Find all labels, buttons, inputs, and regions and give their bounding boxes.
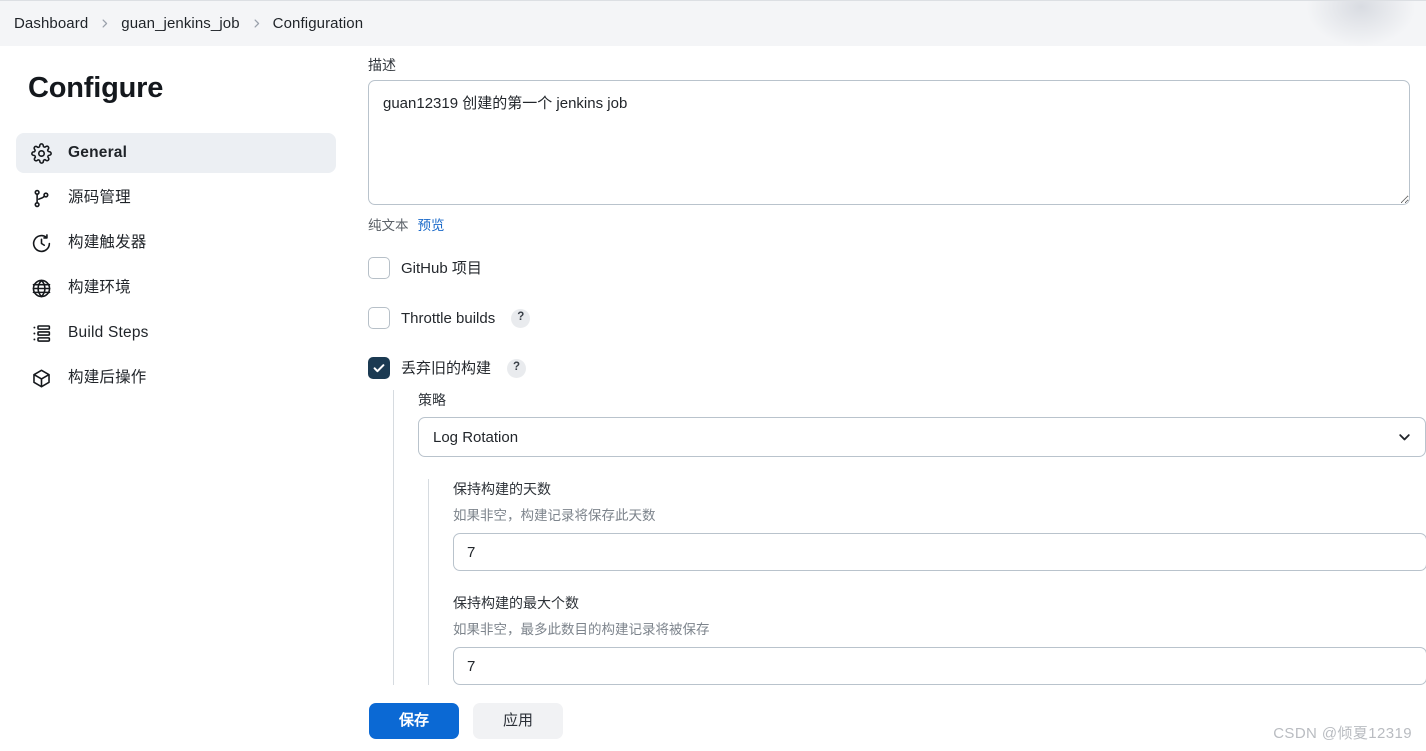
page-title: Configure xyxy=(28,72,164,104)
configure-sidebar: Configure General 源码管理 构建触发器 构建环境 Build … xyxy=(0,46,352,751)
sidebar-nav: General 源码管理 构建触发器 构建环境 Build Steps 构建后操… xyxy=(0,133,352,398)
days-to-keep-builds-field: 保持构建的天数 如果非空，构建记录将保存此天数 xyxy=(453,479,1426,572)
sidebar-item-label: General xyxy=(68,144,128,162)
throttle-builds-row: Throttle builds ? xyxy=(368,304,1410,332)
topbar-shadow xyxy=(1306,1,1416,46)
github-project-row: GitHub 项目 xyxy=(368,254,1410,282)
breadcrumb-item-dashboard[interactable]: Dashboard xyxy=(14,15,88,32)
days-to-keep-help: 如果非空，构建记录将保存此天数 xyxy=(453,508,656,524)
chevron-right-icon xyxy=(99,18,110,29)
discard-old-builds-checkbox[interactable] xyxy=(368,357,390,380)
preview-link[interactable]: 预览 xyxy=(418,214,445,234)
github-project-label: GitHub 项目 xyxy=(401,259,482,277)
description-field-group: 描述 纯文本 预览 xyxy=(352,46,1426,234)
sidebar-item-label: 源码管理 xyxy=(68,189,131,207)
sidebar-item-label: Build Steps xyxy=(68,324,149,342)
plain-text-label: 纯文本 xyxy=(368,218,409,234)
sidebar-item-label: 构建环境 xyxy=(68,279,131,297)
description-label: 描述 xyxy=(368,57,396,73)
sidebar-item-source-code-management[interactable]: 源码管理 xyxy=(16,178,336,218)
throttle-builds-label: Throttle builds xyxy=(401,309,496,327)
sidebar-item-build-triggers[interactable]: 构建触发器 xyxy=(16,223,336,263)
days-to-keep-title: 保持构建的天数 xyxy=(453,481,551,498)
sidebar-item-build-steps[interactable]: Build Steps xyxy=(16,313,336,353)
option-checkbox-group: GitHub 项目 Throttle builds ? 丢弃旧的构建 ? 策略 xyxy=(352,234,1426,686)
chevron-down-icon xyxy=(1397,430,1412,445)
apply-button[interactable]: 应用 xyxy=(473,702,564,739)
max-builds-help: 如果非空，最多此数目的构建记录将被保存 xyxy=(453,622,710,638)
clock-icon xyxy=(30,232,52,254)
max-builds-to-keep-field: 保持构建的最大个数 如果非空，最多此数目的构建记录将被保存 xyxy=(453,593,1426,686)
breadcrumb-item-configuration[interactable]: Configuration xyxy=(273,15,364,32)
max-builds-input[interactable] xyxy=(453,647,1426,686)
chevron-right-icon xyxy=(251,18,262,29)
breadcrumb-bar: Dashboard guan_jenkins_job Configuration xyxy=(0,0,1426,46)
discard-builds-settings: 策略 Log Rotation 保持构建的天数 如果非空，构建记录将保存此天数 … xyxy=(393,390,1426,686)
form-action-bar: 保存 应用 xyxy=(0,690,1426,751)
sidebar-item-build-environment[interactable]: 构建环境 xyxy=(16,268,336,308)
git-branch-icon xyxy=(30,187,52,209)
sidebar-item-general[interactable]: General xyxy=(16,133,336,173)
help-icon[interactable]: ? xyxy=(511,308,531,328)
strategy-select[interactable]: Log Rotation xyxy=(418,417,1426,458)
package-icon xyxy=(30,367,52,389)
description-textarea[interactable] xyxy=(368,80,1410,206)
save-button[interactable]: 保存 xyxy=(369,702,460,739)
github-project-checkbox[interactable] xyxy=(368,257,390,280)
max-builds-title: 保持构建的最大个数 xyxy=(453,595,579,612)
strategy-select-value: Log Rotation xyxy=(433,428,519,446)
globe-icon xyxy=(30,277,52,299)
strategy-label: 策略 xyxy=(418,392,446,409)
sidebar-item-label: 构建后操作 xyxy=(68,369,147,387)
log-rotation-fields: 保持构建的天数 如果非空，构建记录将保存此天数 保持构建的最大个数 如果非空，最… xyxy=(428,479,1426,686)
sidebar-item-label: 构建触发器 xyxy=(68,234,147,252)
breadcrumb-item-job[interactable]: guan_jenkins_job xyxy=(121,15,239,32)
jenkins-configure-page: Dashboard guan_jenkins_job Configuration… xyxy=(0,0,1426,751)
gear-icon xyxy=(30,142,52,164)
discard-old-builds-row: 丢弃旧的构建 ? xyxy=(368,354,1410,382)
discard-old-builds-label: 丢弃旧的构建 xyxy=(401,359,492,377)
general-config-form: 描述 纯文本 预览 GitHub 项目 Throttle builds ? xyxy=(352,46,1426,690)
throttle-builds-checkbox[interactable] xyxy=(368,307,390,330)
description-format-links: 纯文本 预览 xyxy=(368,214,1410,234)
days-to-keep-input[interactable] xyxy=(453,533,1426,572)
help-icon[interactable]: ? xyxy=(507,358,527,378)
list-steps-icon xyxy=(30,322,52,344)
sidebar-item-post-build-actions[interactable]: 构建后操作 xyxy=(16,358,336,398)
